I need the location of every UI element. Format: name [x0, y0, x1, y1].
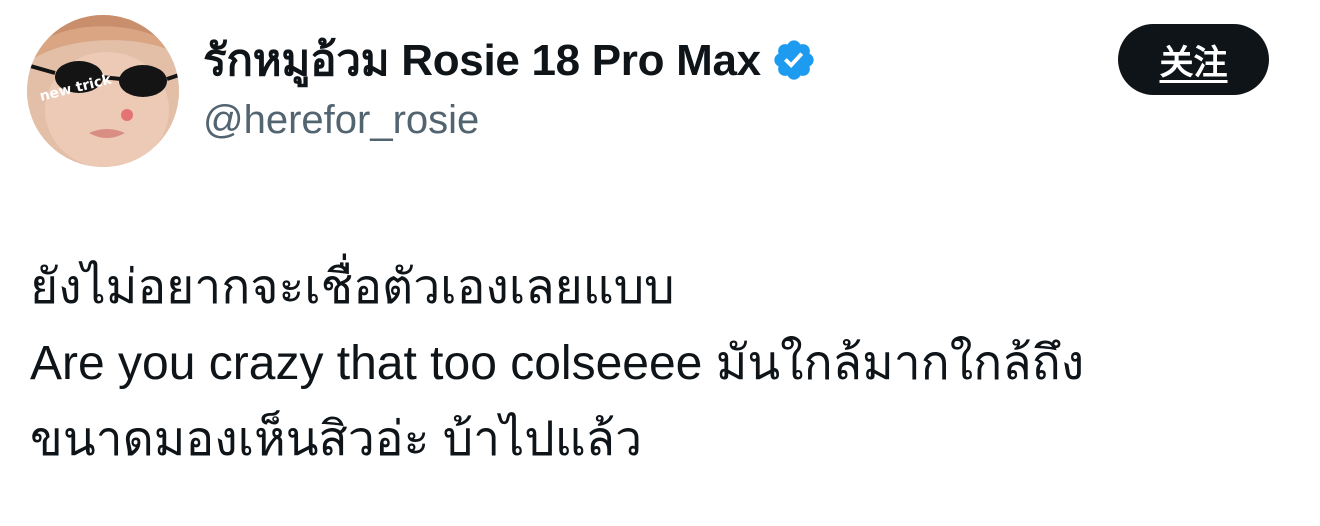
tweet-text-line: Are you crazy that too colseeee มันใกล้ม…	[30, 337, 1085, 390]
tweet-text-line: ขนาดมองเห็นสิวอ่ะ บ้าไปแล้ว	[30, 413, 643, 466]
author-name-row: รักหมูอ้วม Rosie 18 Pro Max	[203, 30, 817, 90]
author-handle[interactable]: @herefor_rosie	[203, 98, 479, 143]
follow-button-label: 关注	[1159, 44, 1228, 82]
avatar[interactable]: new trick	[27, 15, 179, 167]
tweet-card: new trick รักหมูอ้วม Rosie 18 Pro Max @h…	[0, 0, 1320, 526]
avatar-image: new trick	[27, 15, 179, 167]
follow-button[interactable]: 关注	[1118, 24, 1269, 95]
verified-badge-icon	[771, 37, 817, 83]
display-name[interactable]: รักหมูอ้วม Rosie 18 Pro Max	[203, 25, 761, 95]
tweet-text-line: ยังไม่อยากจะเชื่อตัวเองเลยแบบ	[30, 261, 675, 314]
tweet-text: ยังไม่อยากจะเชื่อตัวเองเลยแบบ Are you cr…	[30, 250, 1300, 478]
